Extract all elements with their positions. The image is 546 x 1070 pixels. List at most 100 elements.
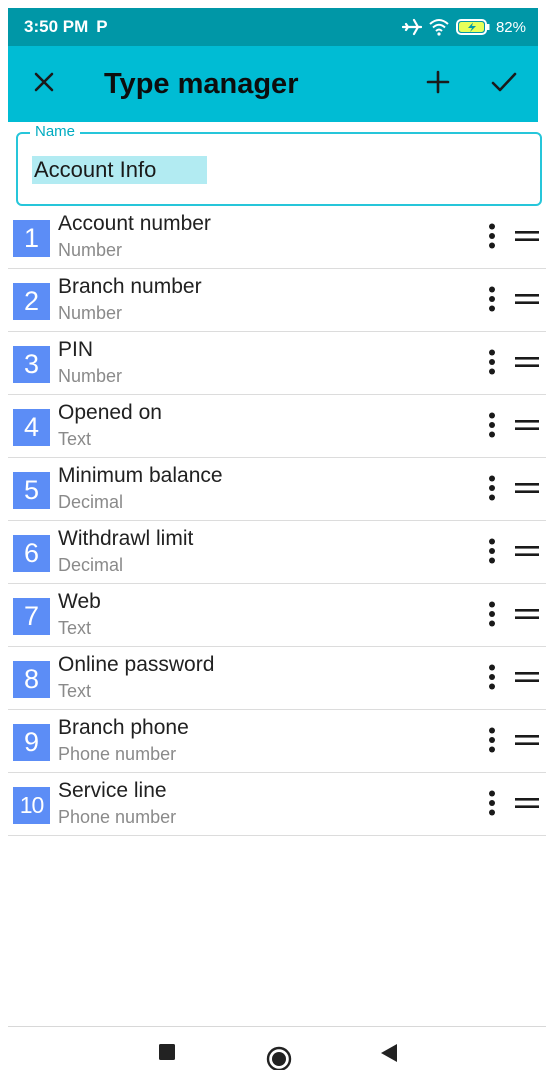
- drag-handle[interactable]: [512, 793, 542, 817]
- drag-handle-icon: [514, 292, 540, 311]
- name-field[interactable]: Name: [16, 123, 542, 206]
- field-index-badge: 4: [13, 409, 50, 446]
- add-icon: [426, 70, 450, 99]
- list-item[interactable]: 7 Web Text: [8, 584, 546, 647]
- field-type: Number: [58, 366, 123, 386]
- drag-handle-icon: [514, 355, 540, 374]
- check-icon: [491, 71, 517, 98]
- app-bar: Type manager: [8, 46, 538, 122]
- list-item[interactable]: 8 Online password Text: [8, 647, 546, 710]
- save-button[interactable]: [474, 54, 534, 114]
- recent-apps-icon: [158, 1043, 176, 1066]
- list-item[interactable]: 2 Branch number Number: [8, 269, 546, 332]
- drag-handle[interactable]: [512, 541, 542, 565]
- drag-handle[interactable]: [512, 226, 542, 250]
- more-options-button[interactable]: [478, 537, 506, 569]
- field-index-badge: 3: [13, 346, 50, 383]
- field-type: Text: [58, 618, 92, 638]
- field-index-badge: 2: [13, 283, 50, 320]
- field-name: Web: [58, 590, 101, 613]
- field-name: Branch phone: [58, 716, 189, 739]
- drag-handle[interactable]: [512, 604, 542, 628]
- battery-level: 82%: [495, 18, 526, 36]
- field-type: Decimal: [58, 492, 124, 512]
- more-options-button[interactable]: [478, 285, 506, 317]
- drag-handle-icon: [514, 607, 540, 626]
- more-vert-icon: [488, 538, 496, 569]
- list-item[interactable]: 9 Branch phone Phone number: [8, 710, 546, 773]
- status-icons: 82%: [401, 18, 526, 36]
- back-icon: [380, 1043, 398, 1068]
- list-item[interactable]: 5 Minimum balance Decimal: [8, 458, 546, 521]
- drag-handle-icon: [514, 481, 540, 500]
- more-options-button[interactable]: [478, 726, 506, 758]
- list-item[interactable]: 3 PIN Number: [8, 332, 546, 395]
- drag-handle-icon: [514, 418, 540, 437]
- more-options-button[interactable]: [478, 663, 506, 695]
- field-index-badge: 7: [13, 598, 50, 635]
- field-index-badge: 8: [13, 661, 50, 698]
- field-index-badge: 1: [13, 220, 50, 257]
- drag-handle[interactable]: [512, 730, 542, 754]
- list-item[interactable]: 4 Opened on Text: [8, 395, 546, 458]
- more-vert-icon: [488, 601, 496, 632]
- drag-handle-icon: [514, 229, 540, 248]
- field-name: Account number: [58, 212, 211, 235]
- field-index-badge: 10: [13, 787, 50, 824]
- field-type: Phone number: [58, 744, 177, 764]
- field-type: Text: [58, 681, 92, 701]
- more-vert-icon: [488, 412, 496, 443]
- field-list: 1 Account number Number 2 Branch number …: [8, 206, 546, 836]
- list-item[interactable]: 6 Withdrawl limit Decimal: [8, 521, 546, 584]
- field-name: Opened on: [58, 401, 162, 424]
- drag-handle-icon: [514, 733, 540, 752]
- more-vert-icon: [488, 349, 496, 380]
- more-vert-icon: [488, 790, 496, 821]
- more-vert-icon: [488, 664, 496, 695]
- system-nav-bar: [8, 1027, 546, 1070]
- drag-handle-icon: [514, 670, 540, 689]
- field-type: Text: [58, 429, 92, 449]
- battery-charging-icon: [455, 18, 490, 36]
- more-options-button[interactable]: [478, 222, 506, 254]
- more-vert-icon: [488, 727, 496, 758]
- field-name: Withdrawl limit: [58, 527, 194, 550]
- field-type: Phone number: [58, 807, 177, 827]
- drag-handle[interactable]: [512, 415, 542, 439]
- drag-handle[interactable]: [512, 289, 542, 313]
- add-field-button[interactable]: [408, 54, 468, 114]
- field-index-badge: 6: [13, 535, 50, 572]
- page-title: Type manager: [104, 67, 299, 100]
- drag-handle-icon: [514, 544, 540, 563]
- status-time: 3:50 PM: [24, 17, 89, 36]
- more-options-button[interactable]: [478, 348, 506, 380]
- more-options-button[interactable]: [478, 600, 506, 632]
- more-options-button[interactable]: [478, 411, 506, 443]
- home-button[interactable]: [266, 1046, 292, 1070]
- name-input[interactable]: [32, 156, 207, 184]
- field-name: PIN: [58, 338, 94, 361]
- more-vert-icon: [488, 286, 496, 317]
- field-index-badge: 5: [13, 472, 50, 509]
- more-options-button[interactable]: [478, 474, 506, 506]
- back-button[interactable]: [380, 1043, 398, 1068]
- more-options-button[interactable]: [478, 789, 506, 821]
- field-type: Number: [58, 240, 123, 260]
- field-index-badge: 9: [13, 724, 50, 761]
- list-item[interactable]: 1 Account number Number: [8, 206, 546, 269]
- drag-handle[interactable]: [512, 352, 542, 376]
- drag-handle-icon: [514, 796, 540, 815]
- close-icon: [33, 71, 55, 98]
- field-name: Service line: [58, 779, 167, 802]
- home-icon: [266, 1046, 292, 1070]
- more-vert-icon: [488, 223, 496, 254]
- close-button[interactable]: [14, 54, 74, 114]
- drag-handle[interactable]: [512, 478, 542, 502]
- field-name: Online password: [58, 653, 215, 676]
- drag-handle[interactable]: [512, 667, 542, 691]
- app-indicator: P: [96, 17, 108, 36]
- list-item[interactable]: 10 Service line Phone number: [8, 773, 546, 836]
- recent-apps-button[interactable]: [158, 1043, 176, 1066]
- field-type: Decimal: [58, 555, 124, 575]
- status-bar: 3:50 PM P 82%: [8, 8, 538, 46]
